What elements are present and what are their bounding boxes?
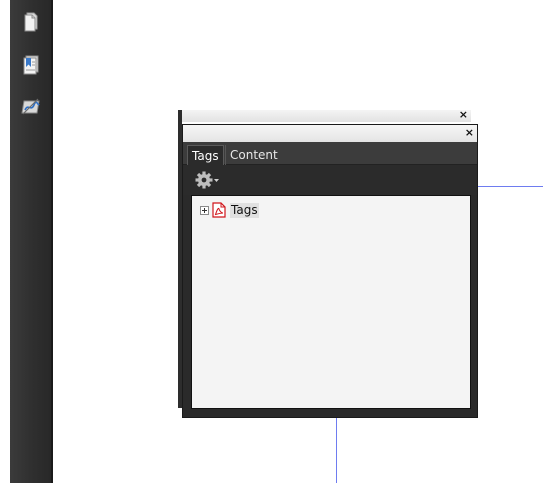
bookmarks-icon xyxy=(23,55,39,75)
navigation-pane xyxy=(10,0,53,483)
bookmarks-button[interactable] xyxy=(20,53,42,75)
page-thumbnails-button[interactable] xyxy=(20,10,42,32)
expand-plus-icon[interactable] xyxy=(200,205,209,215)
pdf-document-icon xyxy=(212,202,226,218)
panel-titlebar[interactable]: × xyxy=(183,125,477,142)
options-menu-button[interactable] xyxy=(194,170,224,190)
close-icon[interactable]: × xyxy=(465,126,474,140)
guide-line-horizontal xyxy=(478,186,543,187)
signatures-icon xyxy=(21,98,40,115)
ghost-close-icon[interactable]: × xyxy=(459,108,468,122)
page-thumbnails-icon xyxy=(24,12,38,32)
panel-tabbar: Tags Content xyxy=(183,142,477,165)
gear-dropdown-icon xyxy=(195,171,219,189)
tree-item-root[interactable]: Tags xyxy=(200,202,259,218)
guide-line-vertical xyxy=(336,417,337,483)
tab-content[interactable]: Content xyxy=(225,145,282,165)
ghost-panel-titlebar: × xyxy=(182,108,471,122)
tab-tags[interactable]: Tags xyxy=(187,145,224,165)
tree-item-label: Tags xyxy=(230,202,259,218)
panel-toolbar xyxy=(183,165,477,195)
tags-tree[interactable]: Tags xyxy=(191,195,471,409)
signatures-button[interactable] xyxy=(20,95,42,117)
tags-panel: × Tags Content Tags xyxy=(182,124,478,418)
